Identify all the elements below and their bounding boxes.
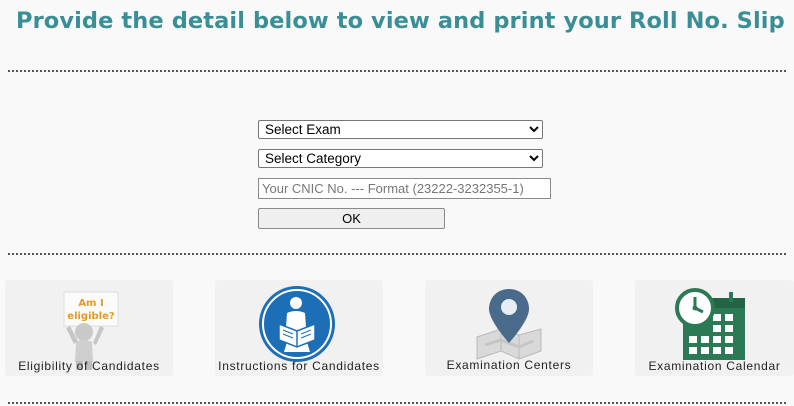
person-reading-icon [257, 284, 337, 364]
ok-button[interactable]: OK [258, 208, 445, 229]
card-label-eligibility: Eligibility of Candidates [18, 359, 160, 373]
calendar-clock-icon [675, 286, 749, 362]
roll-slip-form: Select Exam Select Category OK [258, 120, 551, 229]
card-instructions[interactable]: Instructions for Candidates [215, 280, 383, 376]
card-centers[interactable]: Examination Centers [425, 280, 593, 376]
eligibility-sign-line1: Am I [78, 298, 103, 309]
card-calendar[interactable]: Examination Calendar [635, 280, 794, 376]
category-select[interactable]: Select Category [258, 149, 543, 168]
exam-select[interactable]: Select Exam [258, 120, 543, 139]
map-pin-icon [473, 285, 545, 361]
page-title: Provide the detail below to view and pri… [16, 8, 785, 34]
divider-top [8, 70, 786, 72]
cnic-input[interactable] [258, 178, 551, 199]
divider-bottom [8, 402, 786, 404]
card-label-instructions: Instructions for Candidates [218, 359, 380, 373]
eligibility-figure-icon: Am I eligible? [60, 286, 130, 370]
card-label-centers: Examination Centers [446, 358, 572, 372]
divider-middle [8, 253, 786, 255]
card-label-calendar: Examination Calendar [648, 359, 781, 373]
eligibility-sign-line2: eligible? [67, 311, 115, 322]
card-eligibility[interactable]: Am I eligible? Eligibility of Candidates [5, 280, 173, 376]
